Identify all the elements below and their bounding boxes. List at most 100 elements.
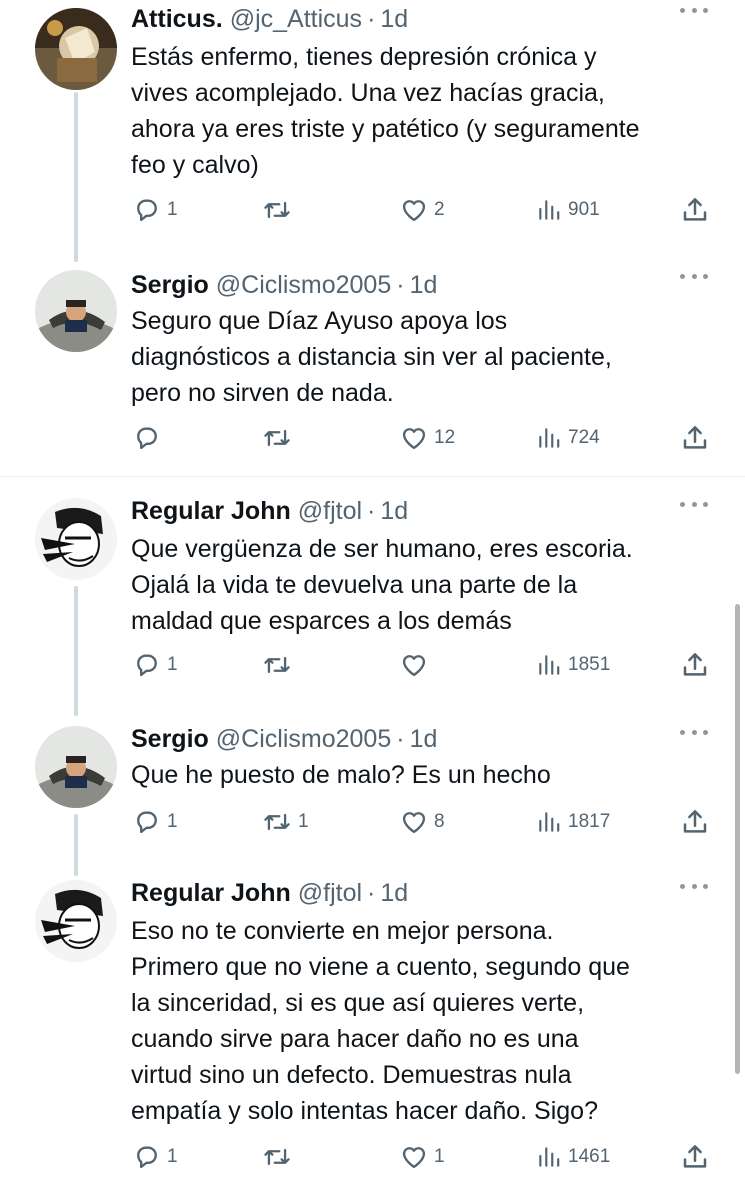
share-button[interactable] xyxy=(680,1140,710,1174)
reply-count: 1 xyxy=(167,654,178,675)
separator-dot: · xyxy=(367,878,376,907)
tweet-text-line: Que vergüenza de ser humano, eres escori… xyxy=(131,535,633,563)
reply-button[interactable] xyxy=(133,421,167,455)
tweet-header: Sergio @Ciclismo2005 · 1d xyxy=(131,268,437,302)
tweet-text-line: Primero que no viene a cuento, segundo q… xyxy=(131,953,630,981)
like-button[interactable]: 8 xyxy=(400,805,445,839)
avatar[interactable] xyxy=(35,498,117,580)
share-icon xyxy=(683,653,707,676)
avatar[interactable] xyxy=(35,270,117,352)
reply-count: 1 xyxy=(167,1146,178,1167)
timestamp[interactable]: 1d xyxy=(380,879,408,908)
user-handle[interactable]: @Ciclismo2005 xyxy=(216,725,391,754)
retweet-icon xyxy=(264,429,290,447)
like-button[interactable]: 2 xyxy=(400,193,445,227)
tweet-text-line: Que he puesto de malo? Es un hecho xyxy=(131,761,551,789)
retweet-count: 1 xyxy=(298,811,309,832)
views-icon xyxy=(539,812,560,832)
avatar[interactable] xyxy=(35,880,117,962)
share-icon xyxy=(683,426,707,449)
views-count: 724 xyxy=(568,427,600,448)
like-button[interactable] xyxy=(400,648,434,682)
display-name[interactable]: Sergio xyxy=(131,271,209,300)
thread-line xyxy=(74,92,78,262)
views-button[interactable]: 724 xyxy=(536,421,600,455)
retweet-button[interactable] xyxy=(262,1140,298,1174)
tweet-text: Estás enfermo, tienes depresión crónica … xyxy=(131,39,721,183)
user-handle[interactable]: @fjtol xyxy=(298,497,362,526)
tweet-header: Regular John @fjtol · 1d xyxy=(131,494,408,528)
tweet-text-line: Estás enfermo, tienes depresión crónica … xyxy=(131,43,597,71)
tweet-text-line: la sinceridad, si es que así quieres ver… xyxy=(131,989,585,1017)
tweet-text-line: virtud sino un defecto. Demuestras nula xyxy=(131,1061,572,1089)
retweet-icon xyxy=(264,813,290,831)
reply-count: 1 xyxy=(167,199,178,220)
scrollbar[interactable] xyxy=(735,604,740,1074)
retweet-button[interactable] xyxy=(262,648,298,682)
retweet-button[interactable]: 1 xyxy=(262,805,309,839)
like-button[interactable]: 1 xyxy=(400,1140,445,1174)
user-handle[interactable]: @fjtol xyxy=(298,879,362,908)
views-count: 1851 xyxy=(568,654,611,675)
tweet-actions: 12 724 xyxy=(0,421,745,455)
share-button[interactable] xyxy=(680,193,710,227)
avatar[interactable] xyxy=(35,726,117,808)
share-icon xyxy=(683,810,707,833)
tweet-actions: 1 2 901 xyxy=(0,193,745,227)
tweet-actions: 1 1851 xyxy=(0,648,745,682)
share-button[interactable] xyxy=(680,805,710,839)
more-options-icon[interactable] xyxy=(680,5,708,15)
timestamp[interactable]: 1d xyxy=(380,5,408,34)
reply-icon xyxy=(137,811,157,834)
timestamp[interactable]: 1d xyxy=(410,725,438,754)
timestamp[interactable]: 1d xyxy=(410,271,438,300)
user-handle[interactable]: @jc_Atticus xyxy=(230,5,362,34)
display-name[interactable]: Regular John xyxy=(131,497,291,526)
tweet-actions: 1 1 1461 xyxy=(0,1140,745,1174)
tweet-text: Que vergüenza de ser humano, eres escori… xyxy=(131,531,721,639)
views-button[interactable]: 1851 xyxy=(536,648,610,682)
avatar[interactable] xyxy=(35,8,117,90)
retweet-button[interactable] xyxy=(262,421,298,455)
share-button[interactable] xyxy=(680,648,710,682)
views-icon xyxy=(539,1147,560,1167)
more-options-icon[interactable] xyxy=(680,881,708,891)
views-icon xyxy=(539,200,560,220)
separator-dot: · xyxy=(367,496,376,525)
conversation-divider xyxy=(0,476,745,477)
like-count: 12 xyxy=(434,427,456,448)
separator-dot: · xyxy=(396,724,405,753)
views-button[interactable]: 1461 xyxy=(536,1140,610,1174)
timestamp[interactable]: 1d xyxy=(380,497,408,526)
reply-button[interactable]: 1 xyxy=(133,1140,178,1174)
tweet-text-line: Seguro que Díaz Ayuso apoya los xyxy=(131,307,508,335)
separator-dot: · xyxy=(367,4,376,33)
share-button[interactable] xyxy=(680,421,710,455)
like-count: 8 xyxy=(434,811,445,832)
retweet-button[interactable] xyxy=(262,193,298,227)
views-button[interactable]: 1817 xyxy=(536,805,610,839)
more-options-icon[interactable] xyxy=(680,271,708,281)
heart-icon xyxy=(402,200,426,222)
reply-button[interactable]: 1 xyxy=(133,805,178,839)
views-button[interactable]: 901 xyxy=(536,193,600,227)
tweet-header: Atticus. @jc_Atticus · 1d xyxy=(131,2,408,36)
tweet-text-line: Ojalá la vida te devuelva una parte de l… xyxy=(131,571,578,599)
more-options-icon[interactable] xyxy=(680,499,708,509)
like-count: 1 xyxy=(434,1146,445,1167)
user-handle[interactable]: @Ciclismo2005 xyxy=(216,271,391,300)
heart-icon xyxy=(402,1147,426,1169)
tweet-text-line: pero no sirven de nada. xyxy=(131,379,394,407)
reply-button[interactable]: 1 xyxy=(133,193,178,227)
display-name[interactable]: Atticus. xyxy=(131,5,223,34)
views-count: 1817 xyxy=(568,811,611,832)
like-button[interactable]: 12 xyxy=(400,421,455,455)
display-name[interactable]: Sergio xyxy=(131,725,209,754)
display-name[interactable]: Regular John xyxy=(131,879,291,908)
tweet-text-line: feo y calvo) xyxy=(131,151,259,179)
more-options-icon[interactable] xyxy=(680,727,708,737)
reply-button[interactable]: 1 xyxy=(133,648,178,682)
tweet-text-line: cuando sirve para hacer daño no es una xyxy=(131,1025,579,1053)
tweet-text: Seguro que Díaz Ayuso apoya los diagnóst… xyxy=(131,303,721,411)
reply-count: 1 xyxy=(167,811,178,832)
